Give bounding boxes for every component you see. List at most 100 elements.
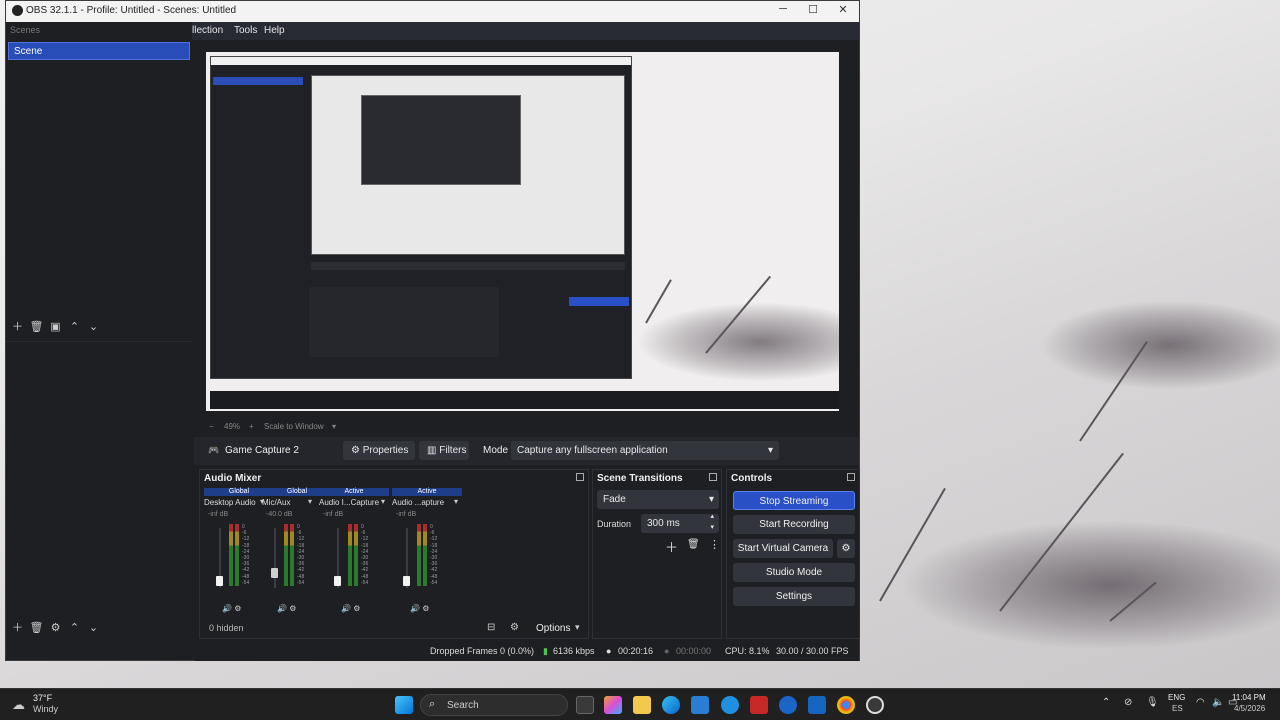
zoom-plus-icon[interactable]: + bbox=[249, 422, 254, 431]
zoom-minus-icon[interactable]: − bbox=[209, 422, 214, 431]
volume-fader-handle[interactable] bbox=[216, 576, 223, 586]
duration-label: Duration bbox=[597, 519, 632, 529]
volume-fader-handle[interactable] bbox=[271, 568, 278, 578]
transition-select[interactable]: Fade ▾ bbox=[597, 490, 719, 509]
scene-filters-icon[interactable]: ▣ bbox=[46, 319, 65, 335]
copilot-icon[interactable] bbox=[604, 696, 622, 714]
chevron-down-icon[interactable]: ▾ bbox=[381, 497, 385, 506]
clock-time[interactable]: 11:04 PM bbox=[1232, 693, 1266, 702]
channel-name[interactable]: Audio ...apture bbox=[392, 498, 462, 507]
add-scene-button[interactable]: ＋ bbox=[8, 319, 27, 335]
channel-name[interactable]: Audio I...Capture bbox=[319, 498, 389, 507]
volume-fader-handle[interactable] bbox=[334, 576, 341, 586]
record-time: 00:00:00 bbox=[676, 646, 712, 656]
volume-fader-handle[interactable] bbox=[403, 576, 410, 586]
chevron-down-icon[interactable]: ▾ bbox=[575, 622, 580, 633]
file-explorer-icon[interactable] bbox=[633, 696, 651, 714]
undock-icon[interactable] bbox=[847, 473, 855, 481]
duration-spinbox[interactable]: 300 ms ▴ ▾ bbox=[641, 511, 719, 533]
help-icon[interactable] bbox=[721, 696, 739, 714]
add-source-button[interactable]: ＋ bbox=[8, 620, 27, 636]
channel-icons: 🔊 ⚙ bbox=[222, 604, 241, 613]
weather-desc[interactable]: Windy bbox=[33, 704, 58, 714]
channel-settings-icon[interactable]: ⚙ bbox=[289, 604, 296, 613]
minimize-button[interactable]: ─ bbox=[768, 3, 798, 19]
start-recording-button[interactable]: Start Recording bbox=[733, 515, 855, 534]
chevron-down-icon[interactable]: ▾ bbox=[332, 422, 336, 431]
search-placeholder: Search bbox=[447, 700, 479, 711]
start-virtual-camera-button[interactable]: Start Virtual Camera bbox=[733, 539, 833, 558]
weather-temp[interactable]: 37°F bbox=[33, 693, 52, 703]
menu-scene-collection[interactable]: llection bbox=[192, 25, 223, 36]
chevron-down-icon[interactable]: ▾ bbox=[308, 497, 312, 506]
edge-browser-icon[interactable] bbox=[662, 696, 680, 714]
menu-tools[interactable]: Tools bbox=[234, 25, 257, 36]
weather-icon[interactable]: ☁ bbox=[12, 697, 25, 713]
layout-toggle-icon[interactable]: ⊟ bbox=[487, 622, 495, 633]
remove-transition-icon[interactable]: 🗑 bbox=[687, 539, 700, 550]
chevron-down-icon[interactable]: ▾ bbox=[454, 497, 458, 506]
move-down-icon[interactable]: ⌄ bbox=[84, 319, 103, 335]
chrome-icon[interactable] bbox=[837, 696, 855, 714]
preview-canvas[interactable] bbox=[206, 52, 839, 411]
channel-settings-icon[interactable]: ⚙ bbox=[353, 604, 360, 613]
volume-icon[interactable]: 🔈 bbox=[1212, 697, 1224, 708]
stepper-icon[interactable]: ▴ ▾ bbox=[710, 511, 714, 533]
filters-label: Filters bbox=[439, 445, 467, 456]
move-down-icon[interactable]: ⌄ bbox=[84, 620, 103, 636]
remove-source-icon[interactable]: 🗑 bbox=[27, 620, 46, 636]
settings-button[interactable]: Settings bbox=[733, 587, 855, 606]
mode-value: Capture any fullscreen application bbox=[517, 445, 668, 456]
studio-mode-button[interactable]: Studio Mode bbox=[733, 563, 855, 582]
security-app-icon[interactable] bbox=[750, 696, 768, 714]
source-properties-gear-icon[interactable]: ⚙ bbox=[46, 620, 65, 636]
windows-start-icon[interactable] bbox=[395, 696, 413, 714]
wifi-icon[interactable]: ◠ bbox=[1196, 697, 1205, 708]
channel-settings-icon[interactable]: ⚙ bbox=[422, 604, 429, 613]
network-off-icon[interactable]: ⊘ bbox=[1124, 697, 1132, 708]
move-up-icon[interactable]: ⌃ bbox=[65, 620, 84, 636]
properties-button[interactable]: ⚙ Properties bbox=[343, 441, 415, 460]
language-sub[interactable]: ES bbox=[1172, 704, 1183, 713]
volume-fader-track[interactable] bbox=[274, 528, 276, 588]
virtual-camera-gear-icon[interactable]: ⚙ bbox=[837, 539, 855, 558]
advanced-audio-icon[interactable]: ⚙ bbox=[510, 622, 519, 633]
filters-button[interactable]: ▥ Filters bbox=[419, 441, 469, 460]
stop-streaming-button[interactable]: Stop Streaming bbox=[733, 491, 855, 510]
language-indicator[interactable]: ENG bbox=[1168, 693, 1185, 702]
filters-icon: ▥ bbox=[427, 445, 440, 456]
mixer-options-button[interactable]: Options bbox=[536, 623, 570, 634]
speaker-icon[interactable]: 🔊 bbox=[222, 604, 232, 613]
speaker-icon[interactable]: 🔊 bbox=[277, 604, 287, 613]
clock-date[interactable]: 4/5/2026 bbox=[1234, 704, 1265, 713]
channel-db: -inf dB bbox=[208, 511, 229, 518]
speaker-icon[interactable]: 🔊 bbox=[341, 604, 351, 613]
undock-icon[interactable] bbox=[576, 473, 584, 481]
hidden-count[interactable]: 0 hidden bbox=[209, 623, 244, 633]
mode-dropdown[interactable]: Capture any fullscreen application ▾ bbox=[511, 441, 779, 460]
speaker-icon[interactable]: 🔊 bbox=[410, 604, 420, 613]
microphone-icon[interactable]: 🎙 bbox=[1146, 697, 1159, 708]
scene-list-item[interactable]: Scene bbox=[8, 42, 190, 60]
outlook-icon[interactable] bbox=[808, 696, 826, 714]
undock-icon[interactable] bbox=[709, 473, 717, 481]
scenes-toolbar: ＋ 🗑 ▣ ⌃ ⌄ bbox=[8, 319, 103, 335]
obs-taskbar-icon[interactable] bbox=[866, 696, 884, 714]
chevron-up-icon[interactable]: ⌃ bbox=[1102, 697, 1110, 708]
move-up-icon[interactable]: ⌃ bbox=[65, 319, 84, 335]
channel-db: -inf dB bbox=[323, 511, 344, 518]
task-view-icon[interactable] bbox=[576, 696, 594, 714]
remove-scene-icon[interactable]: 🗑 bbox=[27, 319, 46, 335]
menu-help[interactable]: Help bbox=[264, 25, 285, 36]
taskbar-search-box[interactable]: ⌕ Search bbox=[420, 694, 568, 716]
more-options-icon[interactable]: ⋮ bbox=[709, 538, 720, 551]
hp-app-icon[interactable] bbox=[779, 696, 797, 714]
microsoft-store-icon[interactable] bbox=[691, 696, 709, 714]
scale-mode[interactable]: Scale to Window bbox=[264, 422, 324, 431]
add-transition-icon[interactable]: ＋ bbox=[665, 537, 678, 556]
close-button[interactable]: ✕ bbox=[828, 3, 858, 19]
maximize-button[interactable]: ☐ bbox=[798, 3, 828, 19]
channel-settings-icon[interactable]: ⚙ bbox=[234, 604, 241, 613]
scenes-dock: Scenes Scene ＋ 🗑 ▣ ⌃ ⌄ bbox=[6, 22, 192, 340]
bitrate: 6136 kbps bbox=[553, 646, 595, 656]
